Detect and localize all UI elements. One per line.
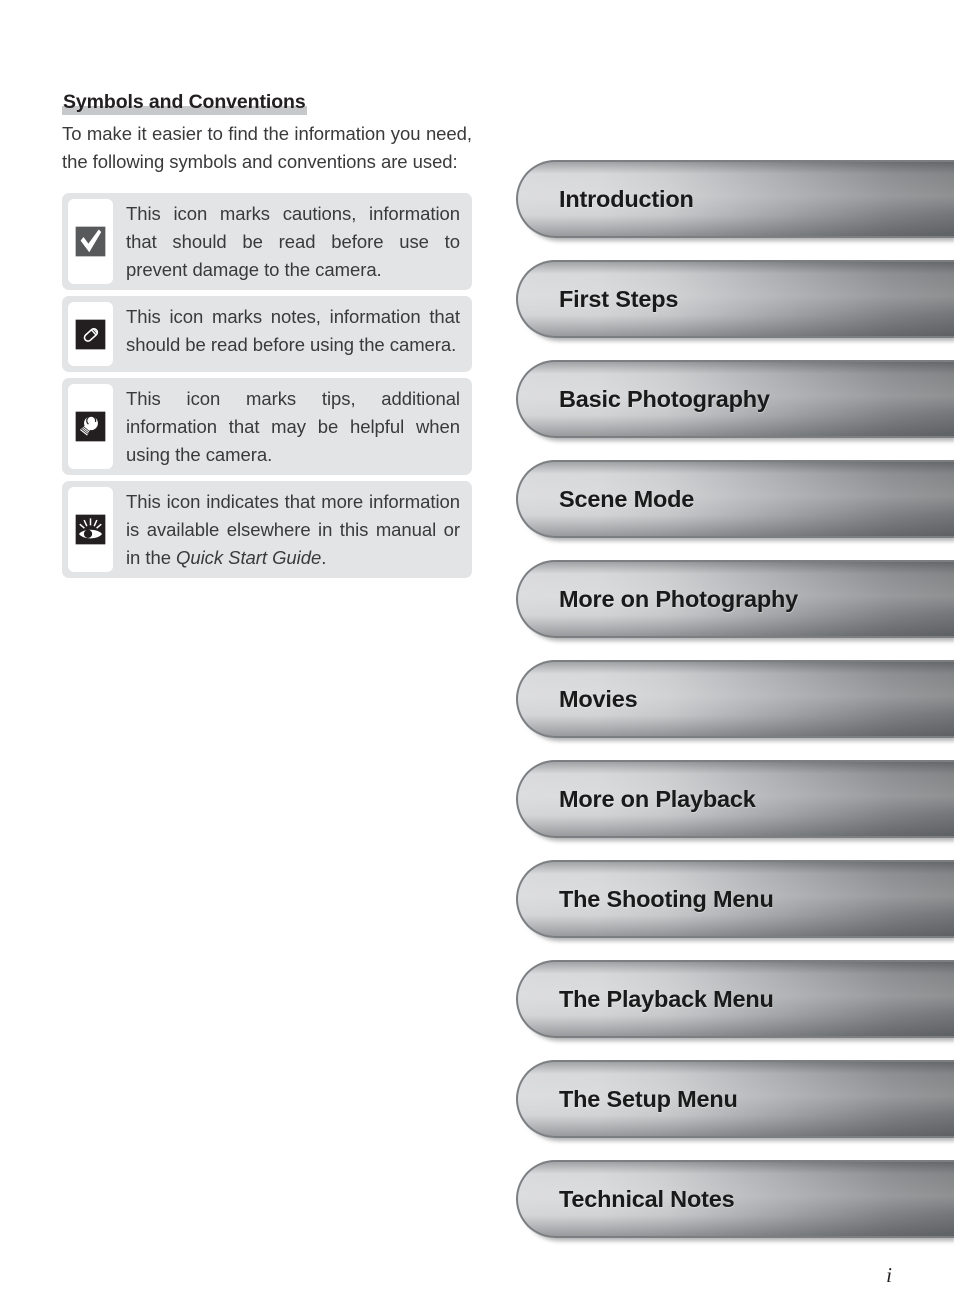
chapter-tab-movies[interactable]: Movies xyxy=(516,660,954,738)
note-box-caution: This icon marks cautions, information th… xyxy=(62,193,472,291)
chapter-tab-the-playback-menu[interactable]: The Playback Menu xyxy=(516,960,954,1038)
chapter-tab-label: More on Photography xyxy=(559,585,799,612)
chapter-tab-label: Scene Mode xyxy=(559,485,695,512)
chapter-tab-label: The Playback Menu xyxy=(559,985,774,1012)
eye-icon xyxy=(75,515,106,545)
chapter-tab-basic-photography[interactable]: Basic Photography xyxy=(516,360,954,438)
check-mark-icon xyxy=(75,226,106,257)
note-icon-panel xyxy=(68,487,113,573)
note-text: This icon marks notes, information that … xyxy=(126,306,460,356)
chapter-tab-more-on-playback[interactable]: More on Playback xyxy=(516,760,954,838)
chapter-tab-strip: Introduction First Steps Basic Photograp… xyxy=(516,160,954,1260)
lightbulb-icon xyxy=(75,411,106,442)
note-box-list: This icon marks cautions, information th… xyxy=(62,193,472,579)
chapter-tab-label: First Steps xyxy=(559,285,679,312)
symbols-and-conventions-section: Symbols and Conventions To make it easie… xyxy=(62,91,472,584)
note-box-tip: This icon marks tips, additional informa… xyxy=(62,378,472,476)
chapter-tab-label: Technical Notes xyxy=(559,1185,735,1212)
chapter-tab-the-setup-menu[interactable]: The Setup Menu xyxy=(516,1060,954,1138)
chapter-tab-label: Movies xyxy=(559,685,638,712)
note-icon-panel xyxy=(68,302,113,367)
chapter-tab-technical-notes[interactable]: Technical Notes xyxy=(516,1160,954,1238)
note-text-italic: Quick Start Guide xyxy=(176,547,322,569)
chapter-tab-label: Basic Photography xyxy=(559,385,770,412)
chapter-tab-label: Introduction xyxy=(559,185,694,212)
note-icon-panel xyxy=(68,384,113,470)
intro-paragraph: To make it easier to find the informatio… xyxy=(62,123,472,173)
note-icon-panel xyxy=(68,199,113,285)
page-title-text: Symbols and Conventions xyxy=(63,91,306,113)
note-text: This icon indicates that more informatio… xyxy=(126,491,460,569)
chapter-tab-first-steps[interactable]: First Steps xyxy=(516,260,954,338)
chapter-tab-introduction[interactable]: Introduction xyxy=(516,160,954,238)
chapter-tab-label: The Shooting Menu xyxy=(559,885,774,912)
note-box-note: This icon marks notes, information that … xyxy=(62,296,472,373)
page-title: Symbols and Conventions xyxy=(62,91,307,116)
chapter-tab-the-shooting-menu[interactable]: The Shooting Menu xyxy=(516,860,954,938)
note-text: This icon marks tips, additional informa… xyxy=(126,388,460,466)
note-text: This icon marks cautions, information th… xyxy=(126,203,460,281)
pencil-icon xyxy=(75,319,106,350)
chapter-tab-scene-mode[interactable]: Scene Mode xyxy=(516,460,954,538)
chapter-tab-label: The Setup Menu xyxy=(559,1085,738,1112)
note-box-cross-reference: This icon indicates that more informatio… xyxy=(62,481,472,579)
page-number: i xyxy=(886,1263,892,1287)
chapter-tab-more-on-photography[interactable]: More on Photography xyxy=(516,560,954,638)
chapter-tab-label: More on Playback xyxy=(559,785,756,812)
